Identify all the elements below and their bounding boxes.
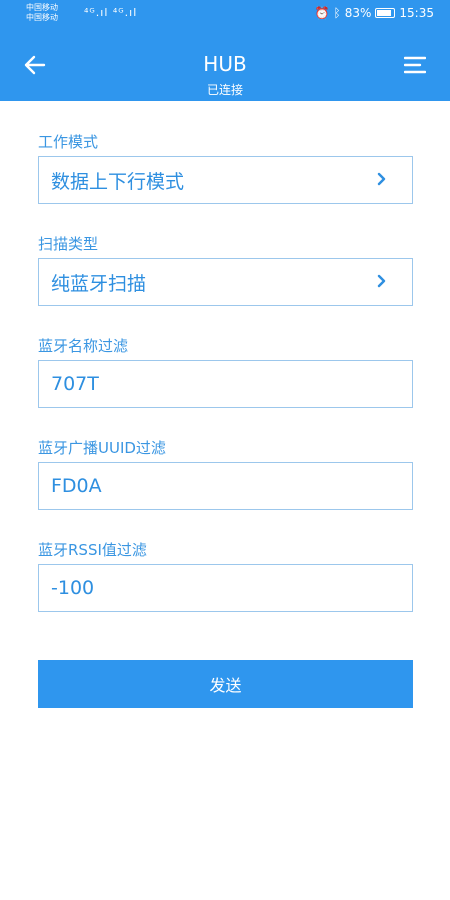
uuid-filter-input[interactable]: FD0A xyxy=(38,462,413,510)
bluetooth-icon: ᛒ xyxy=(333,6,341,20)
name-filter-input[interactable]: 707T xyxy=(38,360,413,408)
work-mode-value: 数据上下行模式 xyxy=(51,170,185,193)
rssi-filter-label: 蓝牙RSSI值过滤 xyxy=(38,541,147,559)
scan-type-label: 扫描类型 xyxy=(38,235,99,253)
work-mode-label: 工作模式 xyxy=(38,133,99,151)
chevron-right-icon xyxy=(377,274,386,288)
status-right: ⏰ ᛒ 83% 15:35 xyxy=(315,6,434,20)
signal-icons: ⁴ᴳ.ıl ⁴ᴳ.ıl xyxy=(84,6,138,19)
chevron-right-icon xyxy=(377,172,386,186)
app-bar: 中国移动 中国移动 ⁴ᴳ.ıl ⁴ᴳ.ıl ⏰ ᛒ 83% 15:35 HUB … xyxy=(0,0,450,101)
carrier-2: 中国移动 xyxy=(26,13,58,22)
page-title: HUB xyxy=(203,52,247,76)
uuid-filter-value: FD0A xyxy=(51,475,102,497)
menu-button[interactable] xyxy=(400,50,430,80)
battery-percent: 83% xyxy=(344,6,372,20)
name-filter-value: 707T xyxy=(51,373,99,395)
uuid-filter-label: 蓝牙广播UUID过滤 xyxy=(38,439,166,457)
alarm-icon: ⏰ xyxy=(314,6,330,20)
send-button[interactable]: 发送 xyxy=(38,660,413,708)
carrier-1: 中国移动 xyxy=(26,3,58,12)
clock: 15:35 xyxy=(399,6,434,20)
menu-icon xyxy=(404,56,426,74)
scan-type-value: 纯蓝牙扫描 xyxy=(51,272,147,295)
rssi-filter-value: -100 xyxy=(51,577,95,599)
rssi-filter-input[interactable]: -100 xyxy=(38,564,413,612)
battery-icon xyxy=(375,8,396,18)
status-bar: 中国移动 中国移动 ⁴ᴳ.ıl ⁴ᴳ.ıl ⏰ ᛒ 83% 15:35 xyxy=(0,0,450,30)
connection-status: 已连接 xyxy=(206,83,243,97)
name-filter-label: 蓝牙名称过滤 xyxy=(38,337,129,355)
work-mode-select[interactable]: 数据上下行模式 xyxy=(38,156,413,204)
scan-type-select[interactable]: 纯蓝牙扫描 xyxy=(38,258,413,306)
carrier-info: 中国移动 中国移动 xyxy=(26,3,58,23)
